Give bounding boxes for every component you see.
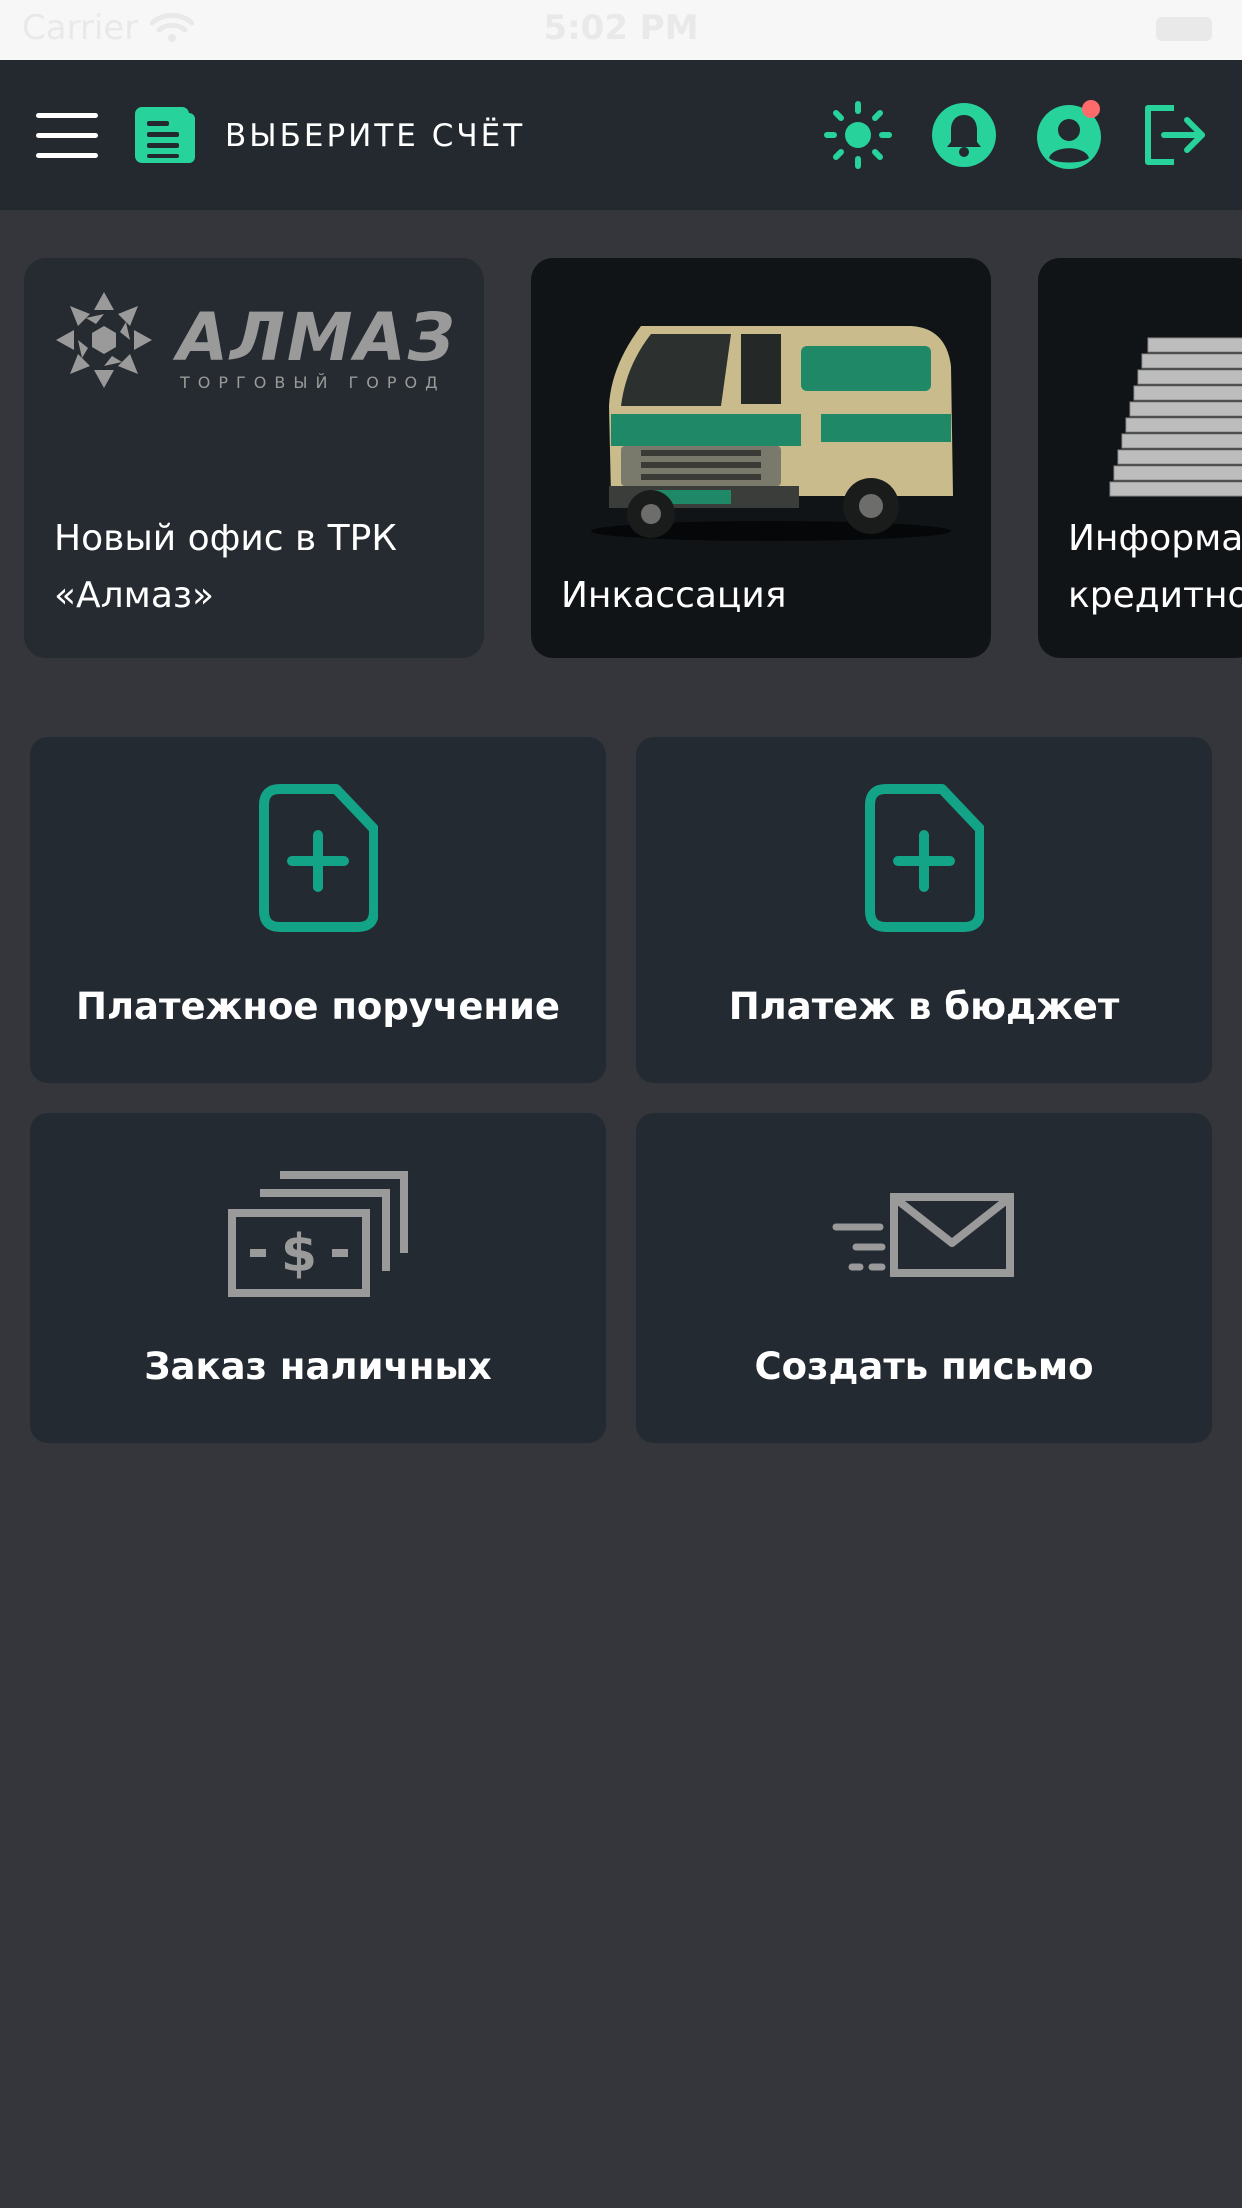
promo-card-cash-collection[interactable]: Инкассация bbox=[531, 258, 991, 658]
budget-payment-tile[interactable]: Платеж в бюджет bbox=[636, 737, 1212, 1083]
hamburger-menu-icon[interactable] bbox=[36, 113, 98, 159]
clock-label: 5:02 PM bbox=[543, 8, 699, 48]
user-profile-icon[interactable] bbox=[1034, 100, 1104, 170]
promo-title: Информац кредитной bbox=[1068, 518, 1242, 616]
promo-card-credit-info[interactable]: Информац кредитной bbox=[1038, 258, 1242, 658]
battery-icon bbox=[1156, 17, 1212, 41]
status-bar: Carrier 5:02 PM bbox=[0, 0, 1242, 60]
sun-theme-icon[interactable] bbox=[823, 100, 893, 170]
document-list-icon[interactable] bbox=[133, 105, 197, 165]
cash-order-tile[interactable]: $ Заказ наличных bbox=[30, 1113, 606, 1443]
bell-icon[interactable] bbox=[929, 100, 999, 170]
logout-icon[interactable] bbox=[1140, 100, 1210, 170]
cash-stack-icon: $ bbox=[228, 1171, 408, 1297]
armored-van-image bbox=[591, 326, 953, 541]
notification-dot bbox=[1082, 100, 1100, 118]
promo-title: Новый офис в ТРК «Алмаз» bbox=[54, 518, 397, 616]
document-add-icon bbox=[259, 784, 378, 932]
tile-label: Платежное поручение bbox=[75, 985, 561, 1028]
svg-text:ТОРГОВЫЙ ГОРОД: ТОРГОВЫЙ ГОРОД bbox=[179, 373, 446, 392]
send-mail-icon bbox=[832, 1193, 1014, 1277]
promo-card-almaz[interactable]: АЛМАЗ ТОРГОВЫЙ ГОРОД Новый офис в ТРК «А… bbox=[24, 258, 484, 658]
document-add-icon bbox=[865, 784, 984, 932]
svg-text:АЛМАЗ: АЛМАЗ bbox=[172, 299, 457, 376]
create-letter-tile[interactable]: Создать письмо bbox=[636, 1113, 1212, 1443]
almaz-logo: АЛМАЗ ТОРГОВЫЙ ГОРОД bbox=[56, 292, 457, 392]
app-header: ВЫБЕРИТЕ СЧЁТ bbox=[0, 60, 1242, 210]
promo-title: Инкассация bbox=[561, 575, 787, 616]
select-account-label[interactable]: ВЫБЕРИТЕ СЧЁТ bbox=[225, 118, 525, 154]
tile-label: Платеж в бюджет bbox=[728, 985, 1120, 1028]
payment-order-tile[interactable]: Платежное поручение bbox=[30, 737, 606, 1083]
tile-label: Создать письмо bbox=[754, 1345, 1094, 1388]
svg-text:$: $ bbox=[281, 1224, 317, 1284]
tile-label: Заказ наличных bbox=[144, 1345, 492, 1388]
